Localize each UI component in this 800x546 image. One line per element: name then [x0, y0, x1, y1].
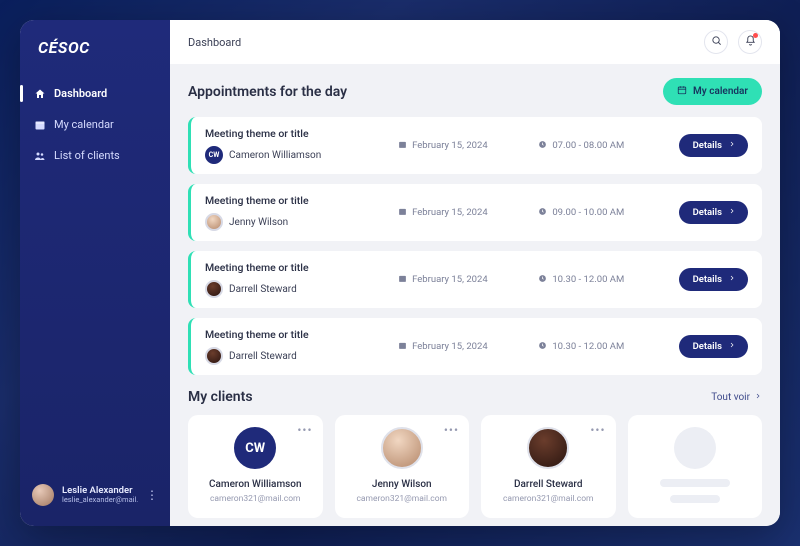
clock-icon	[538, 207, 547, 219]
details-button[interactable]: Details	[679, 335, 748, 358]
appointment-row: Meeting theme or title Darrell Steward Feb…	[188, 251, 762, 308]
sidebar-item-label: List of clients	[54, 149, 120, 162]
avatar: CW	[234, 427, 276, 469]
calendar-icon	[398, 207, 407, 219]
sidebar-item-label: My calendar	[54, 118, 114, 131]
card-menu-icon[interactable]: •••	[444, 423, 459, 437]
client-email	[670, 495, 720, 503]
appointment-row: Meeting theme or title Darrell Steward Feb…	[188, 318, 762, 375]
search-icon	[711, 35, 722, 50]
calendar-icon	[398, 341, 407, 353]
chevron-right-icon	[728, 274, 736, 285]
home-icon	[34, 88, 46, 100]
avatar	[205, 213, 223, 231]
avatar	[205, 280, 223, 298]
clock-icon	[538, 140, 547, 152]
clock-icon	[538, 274, 547, 286]
chevron-right-icon	[754, 392, 762, 403]
appointment-time: 09.00 - 10.00 AM	[538, 207, 670, 219]
avatar	[381, 427, 423, 469]
people-icon	[34, 150, 46, 162]
card-menu-icon[interactable]: •••	[590, 423, 605, 437]
details-button[interactable]: Details	[679, 201, 748, 224]
sidebar-item-list-of-clients[interactable]: List of clients	[20, 141, 170, 170]
appointment-date: February 15, 2024	[398, 341, 530, 353]
sidebar: CÉSOC Dashboard My calendar List of client…	[20, 20, 170, 526]
breadcrumb: Dashboard	[188, 36, 241, 49]
app-shell: CÉSOC Dashboard My calendar List of client…	[20, 20, 780, 526]
appointment-time: 10.30 - 12.00 AM	[538, 274, 670, 286]
avatar	[674, 427, 716, 469]
client-name: Darrell Steward	[514, 479, 582, 490]
avatar	[205, 347, 223, 365]
appointment-date: February 15, 2024	[398, 207, 530, 219]
client-card[interactable]: ••• CW Cameron Williamson cameron321@mail.c…	[188, 415, 323, 518]
clients-title: My clients	[188, 389, 253, 405]
profile-menu-icon[interactable]: ⋮	[146, 488, 158, 502]
client-card	[628, 415, 763, 518]
brand-logo: CÉSOC	[20, 38, 170, 79]
appointment-person: Darrell Steward	[229, 351, 297, 362]
view-all-clients[interactable]: Tout voir	[711, 392, 762, 403]
calendar-icon	[34, 119, 46, 131]
appointment-title: Meeting theme or title	[205, 194, 390, 207]
topbar: Dashboard	[170, 20, 780, 64]
client-name	[660, 479, 730, 487]
appointments-title: Appointments for the day	[188, 84, 347, 100]
profile-avatar	[32, 484, 54, 506]
client-email: cameron321@mail.com	[503, 494, 594, 504]
appointment-time: 07.00 - 08.00 AM	[538, 140, 670, 152]
chevron-right-icon	[728, 207, 736, 218]
main: Dashboard	[170, 20, 780, 526]
client-email: cameron321@mail.com	[210, 494, 301, 504]
client-card[interactable]: ••• Darrell Steward cameron321@mail.com	[481, 415, 616, 518]
content: Appointments for the day My calendar Mee…	[170, 64, 780, 526]
notification-dot	[753, 33, 758, 38]
details-button[interactable]: Details	[679, 134, 748, 157]
avatar	[527, 427, 569, 469]
client-email: cameron321@mail.com	[356, 494, 447, 504]
appointment-row: Meeting theme or title CW Cameron Williams…	[188, 117, 762, 174]
chevron-right-icon	[728, 140, 736, 151]
chevron-right-icon	[728, 341, 736, 352]
calendar-icon	[398, 140, 407, 152]
sidebar-item-label: Dashboard	[54, 87, 107, 100]
nav: Dashboard My calendar List of clients	[20, 79, 170, 170]
appointment-row: Meeting theme or title Jenny Wilson Februa…	[188, 184, 762, 241]
calendar-icon	[398, 274, 407, 286]
my-calendar-label: My calendar	[693, 86, 748, 97]
appointment-title: Meeting theme or title	[205, 127, 390, 140]
appointment-time: 10.30 - 12.00 AM	[538, 341, 670, 353]
sidebar-item-dashboard[interactable]: Dashboard	[20, 79, 170, 108]
clock-icon	[538, 341, 547, 353]
appointment-person: Cameron Williamson	[229, 150, 321, 161]
appointment-person: Darrell Steward	[229, 284, 297, 295]
my-calendar-button[interactable]: My calendar	[663, 78, 762, 105]
appointment-person: Jenny Wilson	[229, 217, 288, 228]
avatar: CW	[205, 146, 223, 164]
sidebar-item-my-calendar[interactable]: My calendar	[20, 110, 170, 139]
client-name: Jenny Wilson	[372, 479, 432, 490]
card-menu-icon[interactable]: •••	[297, 423, 312, 437]
view-all-label: Tout voir	[711, 392, 750, 403]
calendar-icon	[677, 85, 687, 98]
profile-block: Leslie Alexander leslie_alexander@mail.c…	[20, 474, 170, 516]
appointment-date: February 15, 2024	[398, 274, 530, 286]
notifications-button[interactable]	[738, 30, 762, 54]
details-button[interactable]: Details	[679, 268, 748, 291]
client-name: Cameron Williamson	[209, 479, 302, 490]
appointment-title: Meeting theme or title	[205, 261, 390, 274]
client-card[interactable]: ••• Jenny Wilson cameron321@mail.com	[335, 415, 470, 518]
appointment-date: February 15, 2024	[398, 140, 530, 152]
search-button[interactable]	[704, 30, 728, 54]
appointment-title: Meeting theme or title	[205, 328, 390, 341]
profile-email: leslie_alexander@mail.com	[62, 496, 138, 504]
